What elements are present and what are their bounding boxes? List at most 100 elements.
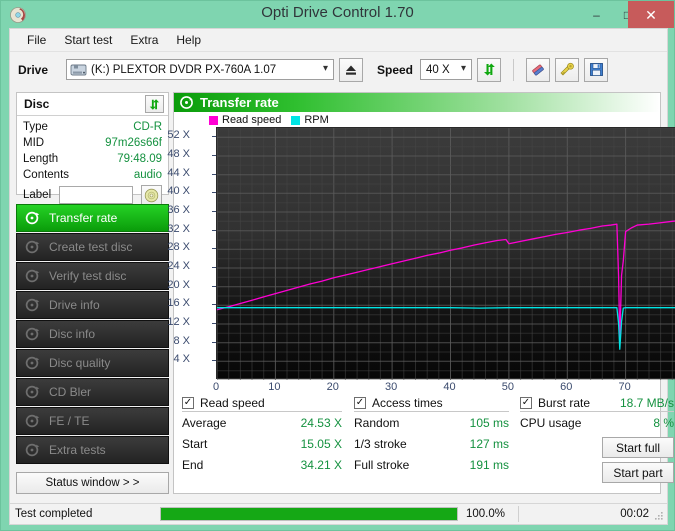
disc-label-key: Label xyxy=(23,189,59,201)
legend-label-rpm: RPM xyxy=(304,114,328,126)
x-tick-label: 20 xyxy=(327,381,339,393)
nav-drive-info-label: Drive info xyxy=(49,298,100,312)
client-area: File Start test Extra Help Drive (K:) PL… xyxy=(9,28,668,523)
menu-help[interactable]: Help xyxy=(167,31,210,49)
menu-start-test[interactable]: Start test xyxy=(55,31,121,49)
access-times-key-full-stroke: Full stroke xyxy=(354,458,409,472)
transfer-rate-panel: Transfer rate Read speed RPM 4 X8 X12 X1… xyxy=(173,92,661,494)
nav-disc-quality-label: Disc quality xyxy=(49,356,110,370)
status-separator xyxy=(518,506,519,522)
nav-disc-info-label: Disc info xyxy=(49,327,95,341)
burst-rate-checkbox[interactable]: ✓ xyxy=(520,397,532,409)
access-times-row-full-stroke: Full stroke 191 ms xyxy=(354,454,509,475)
disc-label-input[interactable] xyxy=(59,186,133,204)
disc-speed-icon xyxy=(180,96,193,109)
nav-verify-test-disc-label: Verify test disc xyxy=(49,269,126,283)
nav-extra-tests[interactable]: Extra tests xyxy=(16,436,169,464)
y-tick-label: 20 X xyxy=(150,279,190,291)
menu-file[interactable]: File xyxy=(18,31,55,49)
stats-read-speed: ✓ Read speed Average 24.53 X Start 15.05… xyxy=(182,395,342,475)
access-times-row-random: Random 105 ms xyxy=(354,412,509,433)
eject-icon xyxy=(344,63,358,77)
progress-percent: 100.0% xyxy=(466,508,518,520)
y-tick-mark xyxy=(212,136,216,137)
nav-disc-quality[interactable]: Disc quality xyxy=(16,349,169,377)
x-tick-label: 10 xyxy=(268,381,280,393)
minimize-button[interactable]: – xyxy=(581,1,612,28)
nav-disc-info[interactable]: Disc info xyxy=(16,320,169,348)
disc-box-title: Disc xyxy=(24,97,49,111)
disc-key-length: Length xyxy=(23,153,58,165)
burst-rate-header: ✓ Burst rate 18.7 MB/s xyxy=(520,395,674,412)
disc-speed-icon xyxy=(25,210,41,226)
y-tick-mark xyxy=(212,248,216,249)
check-icon: ✓ xyxy=(522,398,530,408)
speed-label: Speed xyxy=(377,63,413,77)
nav-create-test-disc[interactable]: Create test disc xyxy=(16,233,169,261)
access-times-title: Access times xyxy=(372,396,443,410)
refresh-button[interactable] xyxy=(477,58,501,82)
tools-button[interactable] xyxy=(555,58,579,82)
access-times-value-third-stroke: 127 ms xyxy=(470,437,509,451)
nav-cd-bler[interactable]: CD Bler xyxy=(16,378,169,406)
read-speed-value-end: 34.21 X xyxy=(301,458,342,472)
drive-select[interactable]: (K:) PLEXTOR DVDR PX-760A 1.07 ▾ xyxy=(66,59,334,80)
menu-extra[interactable]: Extra xyxy=(121,31,167,49)
start-full-button[interactable]: Start full xyxy=(602,437,674,458)
eject-button[interactable] xyxy=(339,58,363,82)
disc-info-box: Disc Type CD-R MID 97m2 xyxy=(16,92,169,195)
start-part-button[interactable]: Start part xyxy=(602,462,674,483)
read-speed-key-average: Average xyxy=(182,416,226,430)
nav-drive-info[interactable]: Drive info xyxy=(16,291,169,319)
access-times-value-random: 105 ms xyxy=(470,416,509,430)
save-button[interactable] xyxy=(584,58,608,82)
disc-refresh-button[interactable] xyxy=(145,95,164,113)
progress-bar-fill xyxy=(161,508,457,520)
y-tick-label: 36 X xyxy=(150,204,190,216)
disc-key-type: Type xyxy=(23,121,48,133)
y-tick-label: 32 X xyxy=(150,223,190,235)
legend-swatch-rpm xyxy=(291,116,300,125)
read-speed-value-start: 15.05 X xyxy=(301,437,342,451)
read-speed-row-average: Average 24.53 X xyxy=(182,412,342,433)
read-speed-row-start: Start 15.05 X xyxy=(182,433,342,454)
toolbar-separator xyxy=(513,59,514,81)
close-button[interactable]: ✕ xyxy=(628,1,674,28)
chart-plot[interactable] xyxy=(216,127,675,379)
cpu-usage-value: 8 % xyxy=(653,416,674,430)
access-times-checkbox[interactable]: ✓ xyxy=(354,397,366,409)
cpu-usage-row: CPU usage 8 % xyxy=(520,412,674,433)
x-tick-label: 60 xyxy=(560,381,572,393)
panel-title: Transfer rate xyxy=(200,95,279,110)
read-speed-key-end: End xyxy=(182,458,203,472)
speed-value: 40 X xyxy=(426,64,450,76)
speed-select[interactable]: 40 X ▾ xyxy=(420,59,472,80)
chart-series xyxy=(217,128,675,380)
nav-fe-te[interactable]: FE / TE xyxy=(16,407,169,435)
drive-value: (K:) PLEXTOR DVDR PX-760A 1.07 xyxy=(91,64,276,76)
disc-row-type: Type CD-R xyxy=(23,119,162,135)
disc-burn-icon xyxy=(25,239,41,255)
y-tick-label: 24 X xyxy=(150,260,190,272)
tools-icon xyxy=(559,62,575,78)
disc-info-icon xyxy=(25,297,41,313)
eraser-icon xyxy=(530,62,546,78)
access-times-row-third-stroke: 1/3 stroke 127 ms xyxy=(354,433,509,454)
refresh-arrows-icon xyxy=(148,98,161,111)
floppy-save-icon xyxy=(589,62,604,77)
disc-fete-icon xyxy=(25,413,41,429)
nav-verify-test-disc[interactable]: Verify test disc xyxy=(16,262,169,290)
y-tick-label: 40 X xyxy=(150,185,190,197)
disc-extra-icon xyxy=(25,442,41,458)
disc-bler-icon xyxy=(25,384,41,400)
status-window-button[interactable]: Status window > > xyxy=(16,472,169,494)
disc-quality-icon xyxy=(25,355,41,371)
nav-transfer-rate[interactable]: Transfer rate xyxy=(16,204,169,232)
cpu-usage-key: CPU usage xyxy=(520,416,581,430)
read-speed-checkbox[interactable]: ✓ xyxy=(182,397,194,409)
disc-row-contents: Contents audio xyxy=(23,167,162,183)
drive-toolbar: Drive (K:) PLEXTOR DVDR PX-760A 1.07 ▾ xyxy=(10,51,667,87)
erase-button[interactable] xyxy=(526,58,550,82)
disc-key-mid: MID xyxy=(23,137,44,149)
resize-grip-icon[interactable] xyxy=(654,511,664,521)
